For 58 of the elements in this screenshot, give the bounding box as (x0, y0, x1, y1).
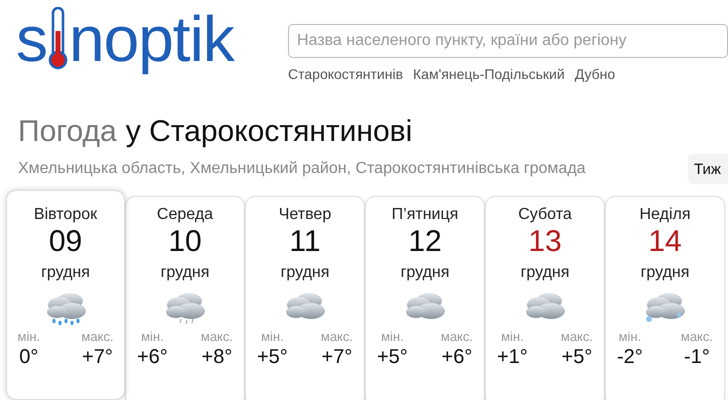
min-temperature: +1° (497, 345, 528, 369)
date-number: 10 (168, 225, 202, 259)
date-number: 12 (408, 225, 442, 259)
weekday-label: Вівторок (34, 205, 98, 225)
max-temperature: +7° (322, 345, 352, 369)
max-temperature: -1° (684, 345, 710, 369)
min-temperature: -2° (617, 345, 643, 369)
max-temperature: +6° (442, 345, 472, 369)
min-label: мін. (141, 329, 164, 345)
region-text: Хмельницька область, Хмельницький район, Старокостянтинівська громада (18, 160, 586, 178)
min-label: мін. (501, 329, 524, 345)
min-temperature: +5° (257, 345, 288, 369)
month-label: грудня (640, 263, 690, 283)
month-label: грудня (520, 263, 570, 283)
day-tab[interactable]: П’ятниця 12 грудня мін. +5° макс. +6° (365, 196, 485, 400)
place-title: у Старокостянтинові (126, 115, 412, 148)
date-number: 14 (648, 225, 682, 259)
weekday-label: П’ятниця (392, 205, 458, 225)
logo-text[interactable]: s (16, 7, 47, 71)
max-temperature: +7° (82, 345, 113, 369)
min-temperature: +5° (377, 345, 408, 369)
max-label: макс. (200, 329, 233, 345)
min-label: мін. (261, 329, 284, 345)
day-tab[interactable]: Середа 10 грудня мін. +6° макс. +8° (125, 196, 245, 400)
month-label: грудня (280, 263, 330, 283)
min-label: мін. (618, 329, 642, 345)
weekday-label: Четвер (278, 205, 332, 225)
max-label: макс. (320, 329, 353, 345)
search-field[interactable]: Назва населеного пункту, країни або регіону (288, 24, 728, 58)
max-temperature: +5° (562, 345, 592, 369)
heading-prefix: Погода (18, 115, 117, 148)
max-temperature: +8° (202, 345, 232, 369)
max-label: макс. (81, 329, 114, 345)
date-number: 11 (289, 225, 321, 259)
day-tab[interactable]: Субота 13 грудня мін. +1° макс. +5° (485, 196, 605, 400)
max-label: макс. (560, 329, 593, 345)
place-link[interactable]: Старокостянтинів (288, 66, 404, 82)
day-tab[interactable]: Четвер 11 грудня мін. +5° макс. +7° (245, 196, 365, 400)
min-temperature: 0° (19, 345, 38, 369)
day-tab[interactable]: Вівторок 09 грудня мін. 0° макс. +7° (6, 190, 125, 400)
weekday-label: Середа (156, 205, 214, 225)
min-temperature: +6° (137, 345, 168, 369)
date-number: 09 (48, 225, 82, 259)
thermometer-icon (48, 7, 68, 71)
month-label: грудня (41, 263, 90, 283)
month-label: грудня (400, 263, 450, 283)
max-label: макс. (440, 329, 473, 345)
date-number: 13 (528, 225, 562, 259)
place-link[interactable]: Дубно (574, 66, 616, 82)
weekday-label: Субота (518, 205, 572, 225)
month-label: грудня (160, 263, 210, 283)
min-label: мін. (381, 329, 404, 345)
min-label: мін. (18, 329, 40, 345)
day-tab[interactable]: Неділя 14 грудня мін. -2° макс. -1° (605, 196, 725, 400)
week-button[interactable]: Тиж (688, 154, 728, 184)
place-link[interactable]: Кам'янець-Подільський (413, 66, 565, 82)
weekday-label: Неділя (640, 205, 690, 225)
max-label: макс. (680, 329, 713, 345)
